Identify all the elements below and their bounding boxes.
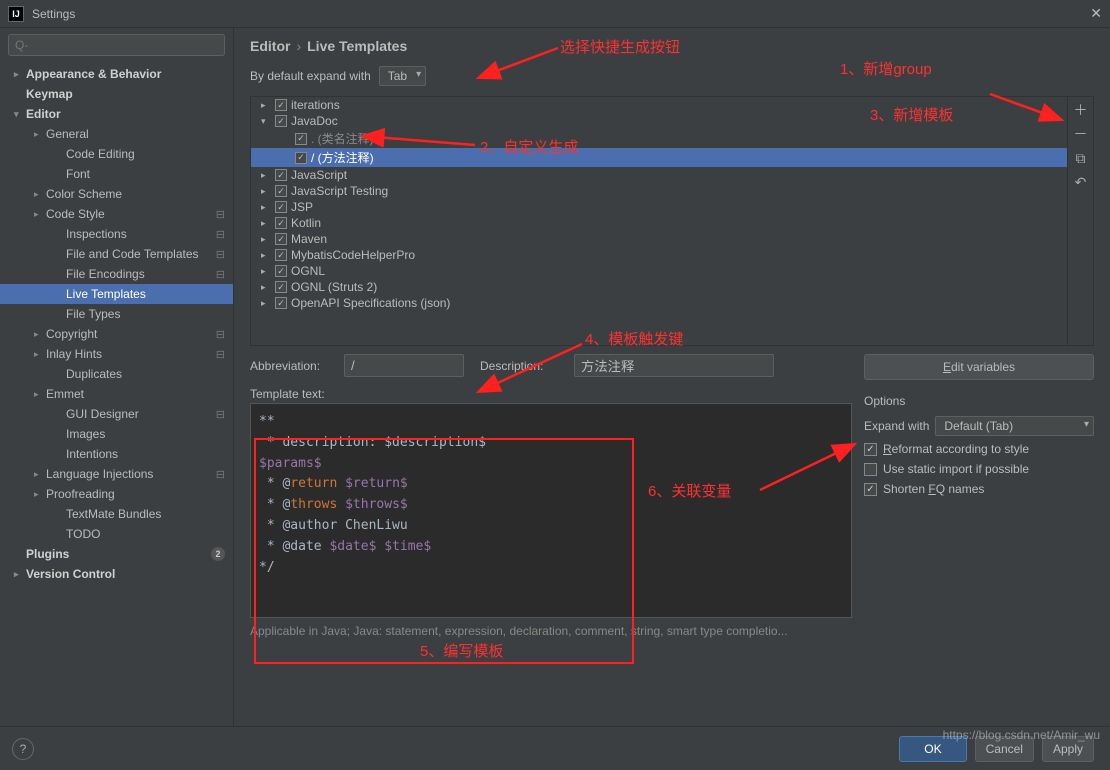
edit-variables-button[interactable]: EEdit variablesdit variables	[864, 354, 1094, 380]
template-item[interactable]: . (类名注释)	[251, 129, 1067, 148]
expand-with-combo[interactable]: Default (Tab)	[935, 416, 1094, 436]
template-item[interactable]: ▸JavaScript	[251, 167, 1067, 183]
template-text-label: Template text:	[250, 387, 852, 401]
template-item[interactable]: ▸Kotlin	[251, 215, 1067, 231]
sidebar-item[interactable]: Images	[0, 424, 233, 444]
titlebar: IJ Settings ✕	[0, 0, 1110, 28]
options-label: Options	[864, 394, 1094, 408]
sidebar-item[interactable]: Inspections⊟	[0, 224, 233, 244]
watermark: https://blog.csdn.net/Amir_wu	[943, 728, 1100, 742]
remove-icon[interactable]: －	[1072, 125, 1090, 143]
template-item[interactable]: ▸MybatisCodeHelperPro	[251, 247, 1067, 263]
sidebar-item[interactable]: Keymap	[0, 84, 233, 104]
expand-combo[interactable]: Tab	[379, 66, 426, 86]
main-panel: Editor›Live Templates By default expand …	[234, 28, 1110, 738]
window-title: Settings	[32, 7, 1090, 21]
sidebar-item[interactable]: ▸Code Style⊟	[0, 204, 233, 224]
template-item[interactable]: ▸iterations	[251, 97, 1067, 113]
sidebar-item[interactable]: ▸General	[0, 124, 233, 144]
sidebar-item[interactable]: ▸Version Control	[0, 564, 233, 584]
expand-with-label: Expand with	[864, 419, 929, 433]
sidebar-item[interactable]: Font	[0, 164, 233, 184]
template-item[interactable]: ▸OpenAPI Specifications (json)	[251, 295, 1067, 311]
sidebar-item[interactable]: ▸Proofreading	[0, 484, 233, 504]
app-icon: IJ	[8, 6, 24, 22]
shorten-label: Shorten FQ names	[883, 482, 984, 496]
add-icon[interactable]: ＋	[1072, 101, 1090, 119]
sidebar-item[interactable]: File Encodings⊟	[0, 264, 233, 284]
revert-icon[interactable]: ↶	[1072, 173, 1090, 191]
template-item[interactable]: / (方法注释)	[251, 148, 1067, 167]
sidebar-item[interactable]: Duplicates	[0, 364, 233, 384]
sidebar-item[interactable]: Code Editing	[0, 144, 233, 164]
description-input[interactable]	[574, 354, 774, 377]
settings-sidebar: ▸Appearance & BehaviorKeymap▾Editor▸Gene…	[0, 28, 234, 738]
settings-tree[interactable]: ▸Appearance & BehaviorKeymap▾Editor▸Gene…	[0, 62, 233, 738]
help-button[interactable]: ?	[12, 738, 34, 760]
sidebar-item[interactable]: ▸Emmet	[0, 384, 233, 404]
template-item[interactable]: ▸OGNL	[251, 263, 1067, 279]
template-toolbar: ＋ － ⧉ ↶	[1068, 96, 1094, 346]
sidebar-item[interactable]: ▾Editor	[0, 104, 233, 124]
sidebar-item[interactable]: Intentions	[0, 444, 233, 464]
applicable-label: Applicable in Java; Java: statement, exp…	[250, 624, 1094, 638]
abbr-label: Abbreviation:	[250, 359, 336, 373]
sidebar-item[interactable]: ▸Copyright⊟	[0, 324, 233, 344]
close-icon[interactable]: ✕	[1090, 5, 1102, 22]
shorten-checkbox[interactable]	[864, 483, 877, 496]
desc-label: Description:	[480, 359, 566, 373]
sidebar-item[interactable]: File and Code Templates⊟	[0, 244, 233, 264]
breadcrumb: Editor›Live Templates	[234, 28, 1110, 60]
abbreviation-input[interactable]	[344, 354, 464, 377]
search-input[interactable]	[8, 34, 225, 56]
sidebar-item[interactable]: ▸Appearance & Behavior	[0, 64, 233, 84]
static-import-checkbox[interactable]	[864, 463, 877, 476]
template-text-area[interactable]: ** * description: $description$ $params$…	[250, 403, 852, 618]
template-item[interactable]: ▾JavaDoc	[251, 113, 1067, 129]
sidebar-item[interactable]: TODO	[0, 524, 233, 544]
template-item[interactable]: ▸JSP	[251, 199, 1067, 215]
sidebar-item[interactable]: TextMate Bundles	[0, 504, 233, 524]
sidebar-item[interactable]: File Types	[0, 304, 233, 324]
template-item[interactable]: ▸Maven	[251, 231, 1067, 247]
template-list[interactable]: ▸iterations▾JavaDoc. (类名注释)/ (方法注释)▸Java…	[250, 96, 1068, 346]
copy-icon[interactable]: ⧉	[1072, 149, 1090, 167]
sidebar-item[interactable]: ▸Language Injections⊟	[0, 464, 233, 484]
template-item[interactable]: ▸JavaScript Testing	[251, 183, 1067, 199]
expand-label: By default expand with	[250, 69, 371, 83]
sidebar-item[interactable]: ▸Color Scheme	[0, 184, 233, 204]
reformat-checkbox[interactable]	[864, 443, 877, 456]
sidebar-item[interactable]: ▸Inlay Hints⊟	[0, 344, 233, 364]
static-import-label: Use static import if possible	[883, 462, 1029, 476]
sidebar-item[interactable]: Plugins2	[0, 544, 233, 564]
sidebar-item[interactable]: Live Templates	[0, 284, 233, 304]
reformat-label: Reformat according to style	[883, 442, 1029, 456]
template-item[interactable]: ▸OGNL (Struts 2)	[251, 279, 1067, 295]
sidebar-item[interactable]: GUI Designer⊟	[0, 404, 233, 424]
